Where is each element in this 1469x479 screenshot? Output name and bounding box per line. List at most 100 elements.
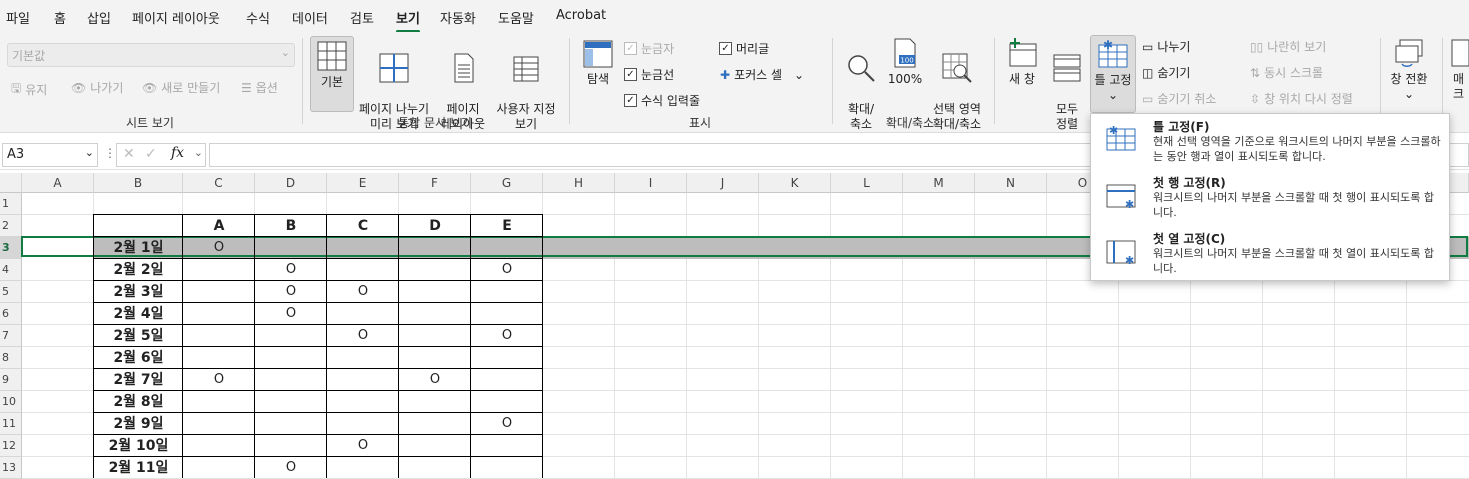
mark-cell[interactable]: O	[183, 237, 255, 259]
mark-cell[interactable]	[183, 435, 255, 457]
mark-cell[interactable]	[327, 347, 399, 369]
mark-cell[interactable]	[255, 237, 327, 259]
headings-checkbox[interactable]: ✓ 머리글	[719, 40, 769, 57]
row-header-9[interactable]: 9	[0, 369, 22, 391]
cancel-icon[interactable]: ✕	[123, 146, 135, 162]
mark-cell[interactable]	[399, 303, 471, 325]
sheet-view-new-button[interactable]: 👁 새로 만들기	[142, 79, 220, 96]
column-header-h[interactable]: H	[543, 173, 615, 193]
tab-acrobat[interactable]: Acrobat	[556, 8, 606, 23]
normal-view-button[interactable]: 기본	[310, 36, 354, 112]
column-header-j[interactable]: J	[687, 173, 759, 193]
mark-cell[interactable]	[471, 281, 543, 303]
freeze-top-row-option[interactable]: ✱ 첫 행 고정(R) 워크시트의 나머지 부분을 스크롤할 때 첫 행이 표시…	[1091, 170, 1449, 224]
reset-window-position-button[interactable]: ⇳ 창 위치 다시 정렬	[1250, 90, 1353, 107]
select-all-corner[interactable]	[0, 173, 22, 193]
gridlines-checkbox[interactable]: ✓ 눈금선	[624, 66, 674, 83]
mark-cell[interactable]: O	[327, 435, 399, 457]
column-header-d[interactable]: D	[255, 173, 327, 193]
tab-review[interactable]: 검토	[350, 8, 374, 27]
row-header-6[interactable]: 6	[0, 303, 22, 325]
column-header-g[interactable]: G	[471, 173, 543, 193]
table-header-a[interactable]: A	[183, 215, 255, 237]
mark-cell[interactable]	[399, 457, 471, 479]
column-header-m[interactable]: M	[903, 173, 975, 193]
mark-cell[interactable]	[183, 325, 255, 347]
freeze-first-column-option[interactable]: ✱ 첫 열 고정(C) 워크시트의 나머지 부분을 스크롤할 때 첫 열이 표시…	[1091, 226, 1449, 280]
mark-cell[interactable]	[471, 237, 543, 259]
mark-cell[interactable]	[399, 391, 471, 413]
date-cell[interactable]: 2월 11일	[94, 457, 183, 479]
tab-home[interactable]: 홈	[54, 8, 66, 27]
date-cell[interactable]: 2월 10일	[94, 435, 183, 457]
mark-cell[interactable]	[399, 413, 471, 435]
mark-cell[interactable]	[255, 391, 327, 413]
date-cell[interactable]: 2월 3일	[94, 281, 183, 303]
macros-button[interactable]: 매크	[1448, 38, 1469, 102]
row-header-4[interactable]: 4	[0, 259, 22, 281]
row-header-13[interactable]: 13	[0, 457, 22, 479]
date-cell[interactable]: 2월 7일	[94, 369, 183, 391]
mark-cell[interactable]: O	[471, 325, 543, 347]
formula-bar-checkbox[interactable]: ✓ 수식 입력줄	[624, 92, 700, 109]
mark-cell[interactable]	[327, 303, 399, 325]
mark-cell[interactable]: O	[255, 259, 327, 281]
mark-cell[interactable]	[471, 435, 543, 457]
tab-file[interactable]: 파일	[6, 8, 30, 27]
mark-cell[interactable]: O	[183, 369, 255, 391]
mark-cell[interactable]	[399, 237, 471, 259]
column-header-f[interactable]: F	[399, 173, 471, 193]
mark-cell[interactable]	[255, 369, 327, 391]
sheet-view-exit-button[interactable]: 👁 나가기	[71, 79, 123, 96]
table-header-e[interactable]: E	[471, 215, 543, 237]
ruler-checkbox[interactable]: ✓ 눈금자	[624, 40, 674, 57]
table-header-b[interactable]: B	[255, 215, 327, 237]
column-header-i[interactable]: I	[615, 173, 687, 193]
row-header-2[interactable]: 2	[0, 215, 22, 237]
mark-cell[interactable]: O	[255, 303, 327, 325]
mark-cell[interactable]	[183, 281, 255, 303]
mark-cell[interactable]	[183, 303, 255, 325]
focus-cell-button[interactable]: ✚ 포커스 셀 ⌄	[720, 66, 804, 83]
row-header-8[interactable]: 8	[0, 347, 22, 369]
new-window-button[interactable]: 새 창	[1002, 38, 1042, 87]
view-side-by-side-button[interactable]: ▯▯ 나란히 보기	[1250, 38, 1326, 55]
column-header-k[interactable]: K	[759, 173, 831, 193]
table-header-c[interactable]: C	[327, 215, 399, 237]
name-box[interactable]: A3 ⌄	[2, 143, 98, 167]
mark-cell[interactable]	[327, 457, 399, 479]
mark-cell[interactable]	[327, 413, 399, 435]
date-cell[interactable]: 2월 9일	[94, 413, 183, 435]
sheet-view-keep-button[interactable]: 🖫 유지	[11, 79, 47, 100]
mark-cell[interactable]	[183, 391, 255, 413]
sync-scroll-button[interactable]: ⇅ 동시 스크롤	[1250, 64, 1323, 81]
mark-cell[interactable]: O	[327, 325, 399, 347]
mark-cell[interactable]: O	[399, 369, 471, 391]
mark-cell[interactable]	[327, 369, 399, 391]
mark-cell[interactable]	[183, 413, 255, 435]
column-header-a[interactable]: A	[22, 173, 94, 193]
tab-page-layout[interactable]: 페이지 레이아웃	[132, 8, 220, 27]
mark-cell[interactable]	[471, 457, 543, 479]
zoom-100-button[interactable]: 100 100%	[886, 38, 924, 87]
mark-cell[interactable]: O	[255, 457, 327, 479]
tab-data[interactable]: 데이터	[292, 8, 328, 27]
mark-cell[interactable]	[399, 347, 471, 369]
mark-cell[interactable]	[327, 237, 399, 259]
mark-cell[interactable]	[399, 259, 471, 281]
mark-cell[interactable]	[399, 325, 471, 347]
tab-view[interactable]: 보기	[396, 8, 420, 33]
mark-cell[interactable]	[327, 259, 399, 281]
row-header-5[interactable]: 5	[0, 281, 22, 303]
mark-cell[interactable]	[255, 325, 327, 347]
mark-cell[interactable]	[255, 435, 327, 457]
date-cell[interactable]: 2월 2일	[94, 259, 183, 281]
column-header-n[interactable]: N	[975, 173, 1047, 193]
tab-help[interactable]: 도움말	[498, 8, 534, 27]
mark-cell[interactable]: O	[471, 413, 543, 435]
unhide-button[interactable]: ▭ 숨기기 취소	[1142, 90, 1216, 107]
mark-cell[interactable]	[471, 391, 543, 413]
custom-views-button[interactable]: 사용자 지정 보기	[492, 38, 560, 132]
split-button[interactable]: ▭ 나누기	[1142, 38, 1190, 55]
tab-formulas[interactable]: 수식	[246, 8, 270, 27]
